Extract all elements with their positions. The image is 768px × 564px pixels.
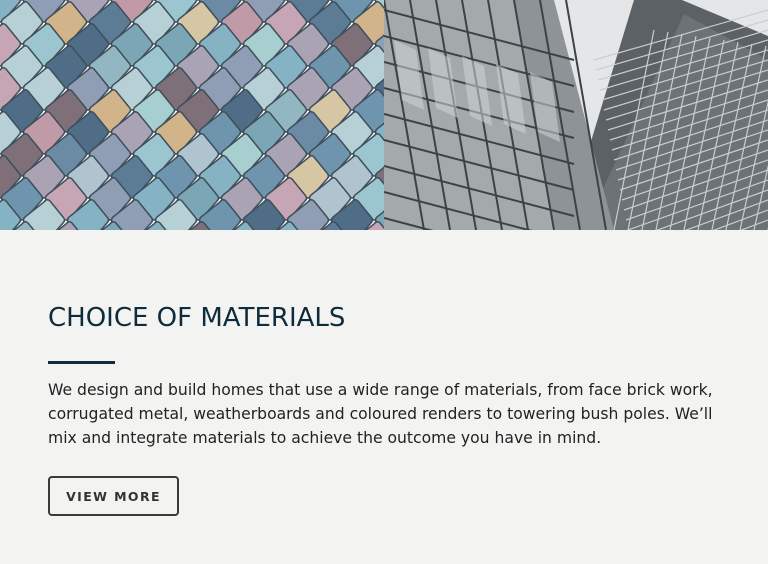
title-underline-divider: [48, 361, 115, 364]
view-more-button[interactable]: VIEW MORE: [48, 476, 179, 516]
section-description: We design and build homes that use a wid…: [48, 381, 713, 447]
hero-images: [0, 0, 768, 230]
colored-tiles-image: [0, 0, 384, 230]
building-facade-image: [384, 0, 768, 230]
materials-section: CHOICE OF MATERIALS We design and build …: [48, 300, 738, 450]
section-title: CHOICE OF MATERIALS: [48, 303, 346, 333]
